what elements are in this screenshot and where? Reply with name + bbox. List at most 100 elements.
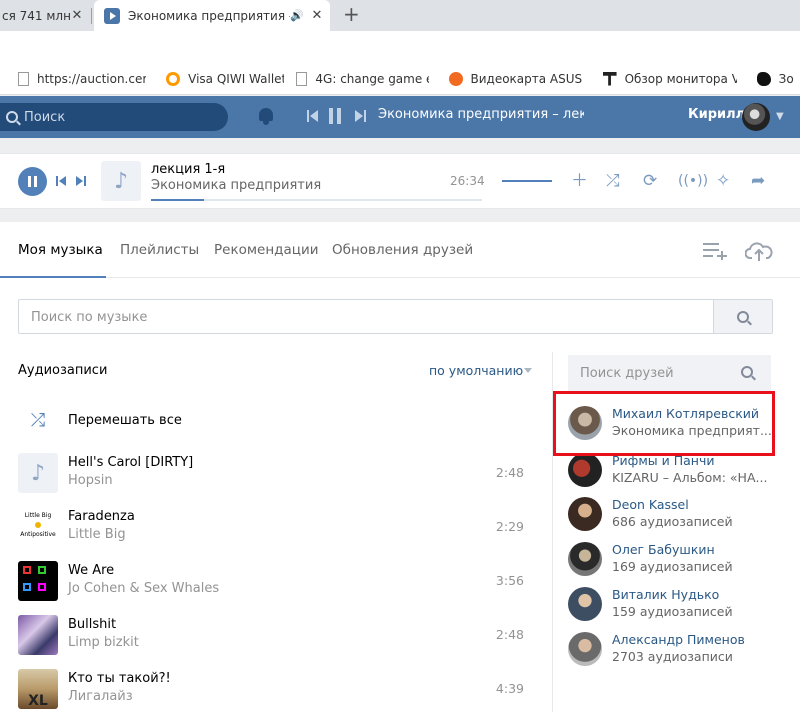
track-title: Кто ты такой?!	[68, 671, 171, 686]
friend-name[interactable]: Александр Пименов	[612, 632, 745, 647]
tab-recommendations[interactable]: Рекомендации	[214, 242, 319, 258]
bookmark-6[interactable]: Зо	[756, 71, 800, 86]
section-title: Аудиозаписи	[18, 363, 108, 378]
bookmark-4[interactable]: Видеокарта ASUS AM	[448, 71, 583, 86]
header-user-name[interactable]: Кирилл	[688, 107, 745, 122]
repeat-icon[interactable]: ⟳	[643, 171, 657, 191]
share-icon[interactable]: ➦	[751, 171, 765, 191]
bookmark-label: Visa QIWI Wallet	[188, 71, 285, 86]
avatar[interactable]	[568, 497, 602, 531]
bookmark-1[interactable]: https://auction.cerbe	[18, 71, 147, 86]
friend-status: 2703 аудиозаписи	[612, 649, 733, 664]
track-artist[interactable]: Little Big	[68, 527, 126, 542]
friend-status[interactable]: KIZARU – Альбом: «НА...	[612, 470, 772, 485]
friend-item[interactable]: Deon Kassel 686 аудиозаписей	[568, 497, 778, 533]
search-icon	[6, 111, 18, 123]
music-search-placeholder: Поиск по музыке	[31, 310, 148, 325]
pause-button[interactable]	[18, 167, 47, 196]
broadcast-icon[interactable]: ((•))	[678, 171, 708, 191]
next-icon[interactable]	[354, 110, 366, 122]
track-row[interactable]: Bullshit Limp bizkit 2:48	[18, 615, 538, 657]
tab-playlists[interactable]: Плейлисты	[120, 242, 199, 258]
track-artist[interactable]: Hopsin	[68, 473, 113, 488]
shuffle-all-label: Перемешать все	[68, 412, 182, 428]
player-track-artist[interactable]: Экономика предприятия	[151, 178, 321, 193]
upload-icon[interactable]	[745, 240, 773, 262]
volume-slider[interactable]	[502, 180, 552, 182]
player-track-title: лекция 1-я	[151, 162, 226, 177]
header-now-playing[interactable]: Экономика предприятия – лекция 1-я	[378, 107, 584, 122]
header-search-input[interactable]: Поиск	[0, 103, 228, 131]
music-note-icon[interactable]: ♪	[18, 453, 58, 493]
highlight-box	[553, 391, 775, 456]
speaker-icon[interactable]: 🔊	[290, 9, 304, 22]
cover-shape	[38, 566, 46, 574]
friends-search-input[interactable]: Поиск друзей	[568, 355, 771, 392]
shuffle-icon[interactable]: ⤮	[606, 171, 620, 191]
browser-tab-2[interactable]: Экономика предприятия - Л 🔊 ✕	[94, 0, 330, 31]
previous-icon[interactable]	[307, 110, 319, 122]
new-tab-button[interactable]: +	[343, 2, 360, 26]
track-row[interactable]: We Are Jo Cohen & Sex Whales 3:56	[18, 561, 538, 603]
tab-my-music[interactable]: Моя музыка	[18, 242, 103, 258]
album-cover[interactable]	[18, 561, 58, 601]
dns-icon	[448, 71, 463, 86]
avatar[interactable]	[568, 453, 602, 487]
friend-item[interactable]: Олег Бабушкин 169 аудиозаписей	[568, 542, 778, 578]
track-duration: 2:48	[495, 627, 524, 642]
track-artist[interactable]: Лигалайз	[68, 689, 133, 704]
track-row[interactable]: ♪ Hell's Carol [DIRTY] Hopsin 2:48	[18, 453, 538, 495]
bookmark-2[interactable]: Visa QIWI Wallet	[166, 71, 285, 86]
music-search-button[interactable]	[713, 300, 772, 333]
chevron-down-icon[interactable]	[524, 368, 532, 373]
next-icon[interactable]	[75, 176, 86, 186]
add-playlist-icon[interactable]	[703, 242, 729, 260]
cover-text: Antipositive	[20, 531, 56, 538]
music-search-input[interactable]: Поиск по музыке	[18, 299, 773, 334]
friend-status: 159 аудиозаписей	[612, 604, 733, 619]
friend-status: 686 аудиозаписей	[612, 514, 733, 529]
avatar[interactable]	[742, 103, 770, 131]
browser-tab-1-label: ся 741 млн	[2, 8, 70, 23]
plus-icon[interactable]: ＋	[571, 171, 588, 191]
track-title: Bullshit	[68, 617, 117, 632]
close-icon[interactable]: ✕	[70, 8, 84, 23]
cover-dot	[35, 522, 41, 528]
friend-item[interactable]: Рифмы и Панчи KIZARU – Альбом: «НА...	[568, 453, 778, 489]
blob-icon	[756, 71, 771, 86]
tab-friend-updates[interactable]: Обновления друзей	[332, 242, 473, 258]
bookmark-3[interactable]: 4G: change game en	[296, 71, 429, 86]
address-bar[interactable]	[0, 31, 800, 63]
close-icon[interactable]: ✕	[310, 8, 324, 23]
avatar[interactable]	[568, 632, 602, 666]
bookmark-label: https://auction.cerbe	[37, 71, 147, 86]
previous-icon[interactable]	[56, 176, 67, 186]
album-cover[interactable]: Little Big Antipositive	[18, 507, 58, 547]
album-cover[interactable]	[18, 615, 58, 655]
track-row[interactable]: XL Кто ты такой?! Лигалайз 4:39	[18, 669, 538, 711]
track-artist[interactable]: Limp bizkit	[68, 635, 139, 650]
avatar[interactable]	[568, 542, 602, 576]
track-row[interactable]: Little Big Antipositive Faradenza Little…	[18, 507, 538, 549]
album-cover[interactable]: XL	[18, 669, 58, 709]
magic-wand-icon[interactable]: ✧	[716, 171, 730, 191]
document-icon	[18, 71, 29, 86]
progress-bar[interactable]	[151, 199, 482, 201]
avatar[interactable]	[568, 587, 602, 621]
friend-item[interactable]: Александр Пименов 2703 аудиозаписи	[568, 632, 778, 668]
shuffle-all-button[interactable]: ⤮ Перемешать все	[18, 402, 538, 438]
bell-icon[interactable]	[258, 108, 274, 125]
search-icon[interactable]	[741, 366, 753, 378]
chevron-down-icon[interactable]: ▼	[776, 111, 784, 122]
vk-header: Поиск Экономика предприятия – лекция 1-я…	[0, 96, 800, 138]
friend-item[interactable]: Виталик Нудько 159 аудиозаписей	[568, 587, 778, 623]
friend-name[interactable]: Deon Kassel	[612, 497, 689, 512]
friend-name[interactable]: Олег Бабушкин	[612, 542, 715, 557]
track-artist[interactable]: Jo Cohen & Sex Whales	[68, 581, 219, 596]
sort-dropdown[interactable]: по умолчанию	[429, 363, 523, 378]
browser-tab-1[interactable]: ся 741 млн ✕	[0, 0, 90, 31]
music-note-icon: ♪	[101, 161, 141, 201]
pause-icon[interactable]	[329, 108, 341, 124]
friend-name[interactable]: Виталик Нудько	[612, 587, 719, 602]
bookmark-5[interactable]: Обзор монитора Vie	[602, 71, 737, 86]
